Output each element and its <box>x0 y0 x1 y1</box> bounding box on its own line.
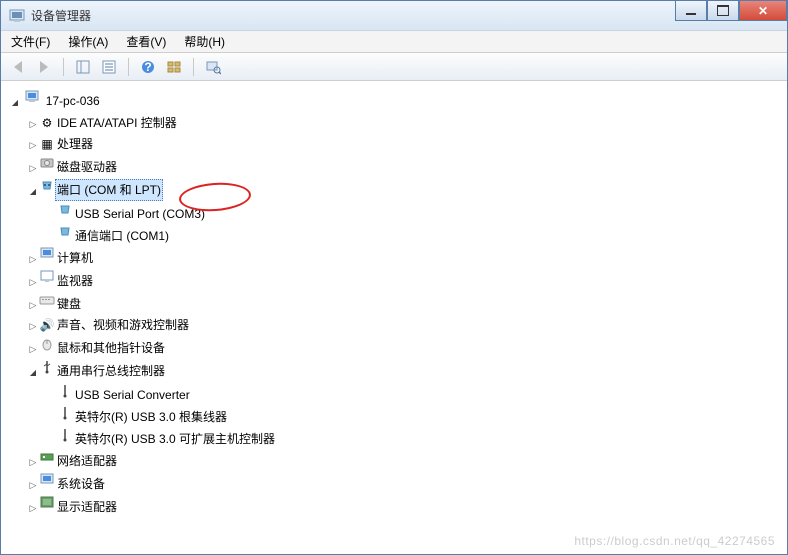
cpu-icon: ▦ <box>39 136 55 152</box>
category-label: 显示适配器 <box>55 497 119 517</box>
window-controls <box>675 1 787 21</box>
root-node[interactable]: 17-pc-036 ⚙IDE ATA/ATAPI 控制器 ▦处理器 磁盘驱动器 … <box>9 89 781 518</box>
svg-text:?: ? <box>144 60 151 74</box>
device-label: 通信端口 (COM1) <box>73 226 171 246</box>
category-label: 处理器 <box>55 134 95 154</box>
port-icon <box>39 178 55 194</box>
tree-category[interactable]: 显示适配器 <box>27 495 781 518</box>
root-label: 17-pc-036 <box>44 91 102 111</box>
window-title: 设备管理器 <box>31 7 91 24</box>
sound-icon: 🔊 <box>39 317 55 333</box>
tree-device[interactable]: 英特尔(R) USB 3.0 可扩展主机控制器 <box>45 427 781 449</box>
close-button[interactable] <box>739 1 787 21</box>
tree-device[interactable]: USB Serial Port (COM3) <box>45 202 781 224</box>
tree-device[interactable]: USB Serial Converter <box>45 383 781 405</box>
tree-category[interactable]: 磁盘驱动器 <box>27 155 781 178</box>
category-label: 键盘 <box>55 294 83 314</box>
minimize-button[interactable] <box>675 1 707 21</box>
network-icon <box>39 449 55 465</box>
expand-icon[interactable] <box>27 157 39 178</box>
tree-category[interactable]: 监视器 <box>27 269 781 292</box>
view-mode-button[interactable] <box>163 56 185 78</box>
usb-icon <box>57 383 73 399</box>
maximize-button[interactable] <box>707 1 739 21</box>
category-label: 声音、视频和游戏控制器 <box>55 315 191 335</box>
port-icon <box>57 202 73 218</box>
device-label: USB Serial Port (COM3) <box>73 204 207 224</box>
tree-category-ports[interactable]: 端口 (COM 和 LPT) USB Serial Port (COM3) 通信… <box>27 178 781 246</box>
toolbar: ? <box>1 53 787 81</box>
expand-icon[interactable] <box>27 497 39 518</box>
category-label: 计算机 <box>55 248 95 268</box>
computer-icon <box>39 246 55 262</box>
expand-icon[interactable] <box>27 451 39 472</box>
monitor-icon <box>39 269 55 285</box>
menu-view[interactable]: 查看(V) <box>122 31 170 52</box>
category-label: 鼠标和其他指针设备 <box>55 338 167 358</box>
usb-icon <box>57 405 73 421</box>
mouse-icon <box>39 336 55 352</box>
disk-icon <box>39 155 55 171</box>
tree-category[interactable]: 系统设备 <box>27 472 781 495</box>
device-label: 英特尔(R) USB 3.0 可扩展主机控制器 <box>73 429 277 449</box>
port-icon <box>57 224 73 240</box>
category-label: 通用串行总线控制器 <box>55 361 167 381</box>
display-icon <box>39 495 55 511</box>
category-label: 监视器 <box>55 271 95 291</box>
menu-help[interactable]: 帮助(H) <box>180 31 229 52</box>
category-label: 系统设备 <box>55 474 107 494</box>
help-button[interactable]: ? <box>137 56 159 78</box>
computer-icon <box>24 89 40 105</box>
forward-button[interactable] <box>33 56 55 78</box>
app-icon <box>9 8 25 24</box>
tree-device[interactable]: 通信端口 (COM1) <box>45 224 781 246</box>
expand-icon[interactable] <box>27 474 39 495</box>
menu-bar: 文件(F) 操作(A) 查看(V) 帮助(H) <box>1 31 787 53</box>
scan-hardware-button[interactable] <box>202 56 224 78</box>
category-label: IDE ATA/ATAPI 控制器 <box>55 113 179 133</box>
titlebar: 设备管理器 <box>1 1 787 31</box>
device-label: 英特尔(R) USB 3.0 根集线器 <box>73 407 229 427</box>
expand-icon[interactable] <box>27 338 39 359</box>
toolbar-separator <box>63 58 64 76</box>
show-hide-tree-button[interactable] <box>72 56 94 78</box>
expand-icon[interactable] <box>9 91 21 113</box>
expand-icon[interactable] <box>27 294 39 315</box>
expand-icon[interactable] <box>27 113 39 134</box>
tree-category[interactable]: 🔊声音、视频和游戏控制器 <box>27 315 781 336</box>
properties-button[interactable] <box>98 56 120 78</box>
expand-icon[interactable] <box>27 271 39 292</box>
device-tree-pane[interactable]: 17-pc-036 ⚙IDE ATA/ATAPI 控制器 ▦处理器 磁盘驱动器 … <box>1 81 787 554</box>
tree-category[interactable]: 计算机 <box>27 246 781 269</box>
tree-category-usb[interactable]: 通用串行总线控制器 USB Serial Converter 英特尔(R) US… <box>27 359 781 449</box>
tree-category[interactable]: ▦处理器 <box>27 134 781 155</box>
category-label: 磁盘驱动器 <box>55 157 119 177</box>
expand-icon[interactable] <box>27 134 39 155</box>
category-label: 网络适配器 <box>55 451 119 471</box>
tree-category[interactable]: 网络适配器 <box>27 449 781 472</box>
usb-icon <box>39 359 55 375</box>
system-icon <box>39 472 55 488</box>
expand-icon[interactable] <box>27 361 39 383</box>
back-button[interactable] <box>7 56 29 78</box>
ide-icon: ⚙ <box>39 115 55 131</box>
tree-device[interactable]: 英特尔(R) USB 3.0 根集线器 <box>45 405 781 427</box>
expand-icon[interactable] <box>27 180 39 202</box>
expand-icon[interactable] <box>27 248 39 269</box>
device-label: USB Serial Converter <box>73 385 192 405</box>
expand-icon[interactable] <box>27 315 39 336</box>
toolbar-separator <box>128 58 129 76</box>
device-tree: 17-pc-036 ⚙IDE ATA/ATAPI 控制器 ▦处理器 磁盘驱动器 … <box>7 89 781 518</box>
usb-icon <box>57 427 73 443</box>
keyboard-icon <box>39 292 55 308</box>
category-label: 端口 (COM 和 LPT) <box>55 179 163 201</box>
toolbar-separator <box>193 58 194 76</box>
tree-category[interactable]: ⚙IDE ATA/ATAPI 控制器 <box>27 113 781 134</box>
menu-action[interactable]: 操作(A) <box>64 31 112 52</box>
tree-category[interactable]: 鼠标和其他指针设备 <box>27 336 781 359</box>
menu-file[interactable]: 文件(F) <box>7 31 54 52</box>
tree-category[interactable]: 键盘 <box>27 292 781 315</box>
